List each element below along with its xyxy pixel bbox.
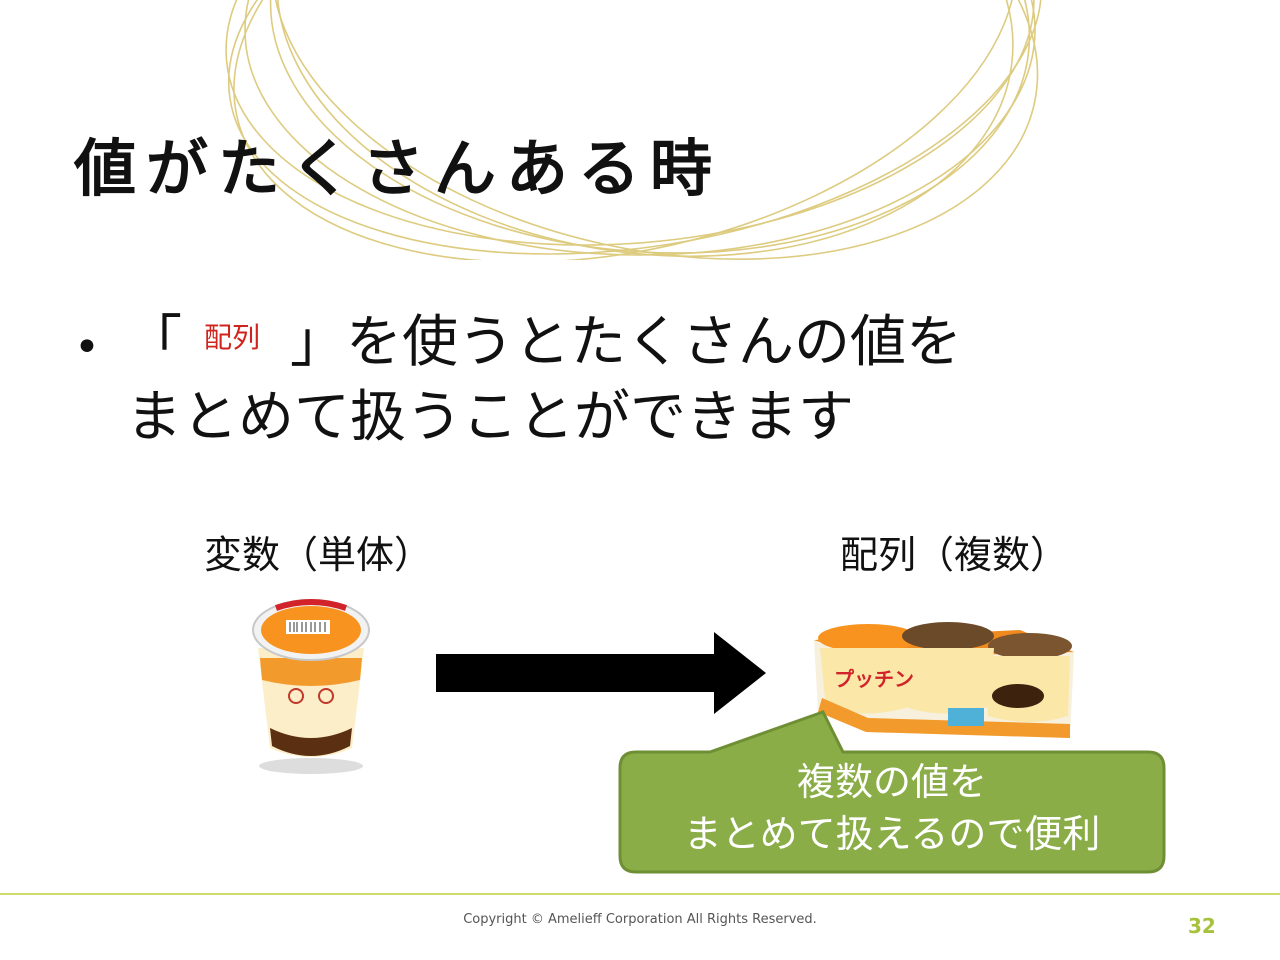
label-array-multiple: 配列（複数） xyxy=(840,533,1069,577)
right-arrow-icon xyxy=(436,632,766,714)
footer-divider xyxy=(0,893,1280,895)
bullet-dot: • xyxy=(74,322,100,373)
callout-line-2: まとめて扱えるので便利 xyxy=(683,812,1101,856)
svg-text:プッチン: プッチン xyxy=(834,667,914,691)
pudding-cup-icon xyxy=(252,599,370,774)
highlight-term: 配列 xyxy=(204,321,261,354)
page-number: 32 xyxy=(1188,914,1216,938)
bullet-line-1: 「配列 」を使うとたくさんの値を xyxy=(126,306,962,375)
bullet-line-1-rest: 」を使うとたくさんの値を xyxy=(290,310,963,375)
copyright-text: Copyright © Amelieff Corporation All Rig… xyxy=(463,912,817,927)
bullet-line-2: まとめて扱うことができます xyxy=(126,385,854,450)
open-bracket: 「 xyxy=(126,310,182,375)
callout-line-1: 複数の値を xyxy=(796,760,987,804)
callout-text: 複数の値を まとめて扱えるので便利 xyxy=(620,756,1164,860)
label-variable-single: 変数（単体） xyxy=(204,533,433,577)
slide-title: 値がたくさんある時 xyxy=(74,132,723,205)
